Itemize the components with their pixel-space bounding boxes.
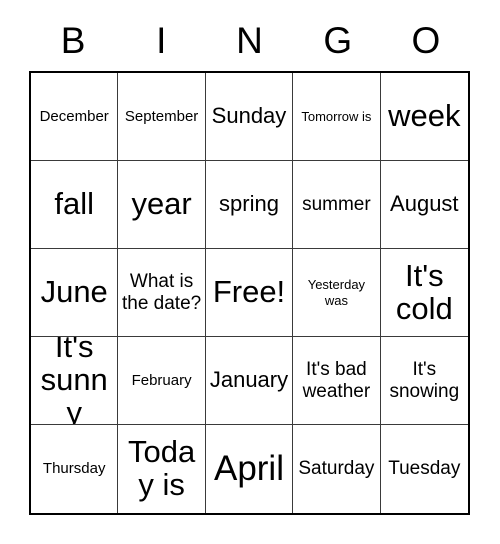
- bingo-cell-label: Tuesday: [388, 458, 461, 480]
- bingo-cell[interactable]: August: [380, 161, 468, 249]
- bingo-cell-label: It's cold: [395, 257, 453, 326]
- bingo-cell-label: Thursday: [42, 460, 106, 477]
- bingo-cell[interactable]: Today is: [118, 425, 206, 513]
- bingo-cell[interactable]: Sunday: [205, 73, 294, 161]
- bingo-cell-label: January: [209, 367, 289, 393]
- bingo-cell-label: Sunday: [211, 103, 287, 129]
- bingo-header-letter-b: B: [60, 19, 86, 61]
- bingo-cell[interactable]: What is the date?: [118, 249, 206, 337]
- bingo-cell-label: It's sunny: [40, 337, 108, 425]
- bingo-cell[interactable]: It's sunny: [31, 337, 119, 425]
- bingo-cell[interactable]: Saturday: [293, 425, 381, 513]
- bingo-cell-label: February: [131, 371, 192, 389]
- bingo-cell[interactable]: summer: [293, 161, 381, 249]
- bingo-cell[interactable]: week: [380, 73, 468, 161]
- bingo-header-row: B I N G O: [29, 14, 470, 66]
- bingo-cell-label: Today is: [127, 434, 196, 502]
- bingo-cell[interactable]: Yesterday was: [293, 249, 381, 337]
- bingo-header-letter-i: I: [156, 19, 167, 61]
- bingo-header-letter-o: O: [411, 19, 441, 61]
- bingo-cell[interactable]: Tomorrow is: [293, 73, 381, 161]
- bingo-cell-label: It's bad weather: [302, 358, 371, 402]
- bingo-cell-label: fall: [54, 186, 95, 222]
- bingo-cell[interactable]: It's cold: [380, 249, 468, 337]
- bingo-cell[interactable]: June: [31, 249, 119, 337]
- bingo-cell[interactable]: April: [205, 425, 294, 513]
- bingo-card: B I N G O December September Sunday Tomo…: [0, 0, 500, 544]
- bingo-cell[interactable]: year: [118, 161, 206, 249]
- bingo-cell-label: August: [390, 191, 459, 217]
- bingo-cell-label: Yesterday was: [307, 276, 366, 308]
- bingo-cell-label: June: [40, 274, 108, 310]
- bingo-cell-label: December: [39, 107, 109, 125]
- bingo-cell-label: What is the date?: [121, 270, 202, 314]
- bingo-cell-label: year: [131, 186, 192, 222]
- bingo-cell-label: It's snowing: [389, 358, 460, 402]
- bingo-cell-label: Tomorrow is: [301, 108, 372, 124]
- bingo-cell-label: Free!: [212, 274, 286, 310]
- bingo-cell-label: Saturday: [298, 458, 375, 480]
- bingo-grid: December September Sunday Tomorrow is we…: [29, 71, 470, 515]
- bingo-cell[interactable]: September: [118, 73, 206, 161]
- bingo-cell-label: week: [388, 98, 461, 134]
- bingo-header-letter-n: N: [236, 19, 263, 61]
- bingo-cell-label: September: [124, 107, 199, 125]
- bingo-cell[interactable]: spring: [205, 161, 294, 249]
- bingo-cell[interactable]: February: [118, 337, 206, 425]
- bingo-cell-label: spring: [219, 191, 279, 217]
- bingo-cell-free[interactable]: Free!: [205, 249, 294, 337]
- bingo-cell[interactable]: It's bad weather: [293, 337, 381, 425]
- bingo-cell-label: summer: [302, 193, 371, 215]
- bingo-cell[interactable]: Tuesday: [380, 425, 468, 513]
- bingo-cell-label: April: [213, 448, 284, 488]
- bingo-cell[interactable]: January: [205, 337, 294, 425]
- bingo-cell[interactable]: It's snowing: [380, 337, 468, 425]
- bingo-cell[interactable]: Thursday: [31, 425, 119, 513]
- bingo-header-letter-g: G: [323, 19, 353, 61]
- bingo-cell[interactable]: fall: [31, 161, 119, 249]
- bingo-cell[interactable]: December: [31, 73, 119, 161]
